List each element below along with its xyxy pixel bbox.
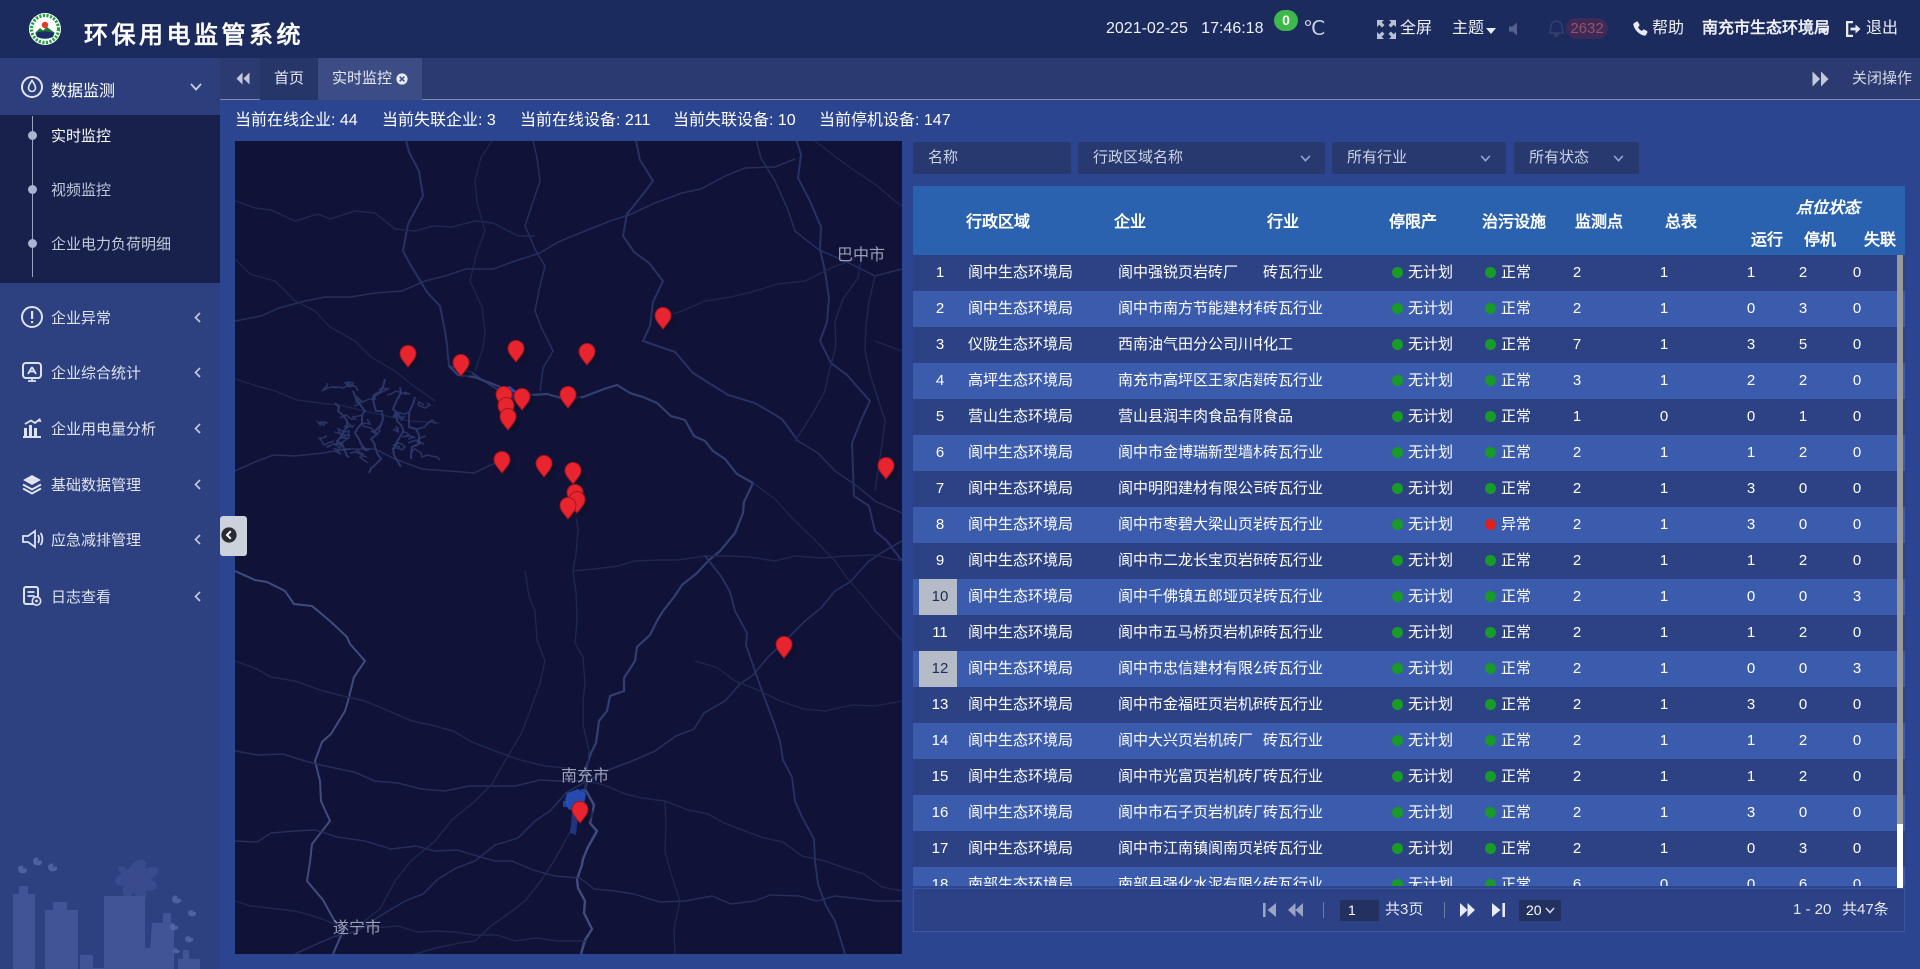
svg-text:巴中市: 巴中市 xyxy=(837,246,885,264)
svg-text:遂宁市: 遂宁市 xyxy=(333,919,381,937)
svg-text:南充市: 南充市 xyxy=(561,767,609,785)
